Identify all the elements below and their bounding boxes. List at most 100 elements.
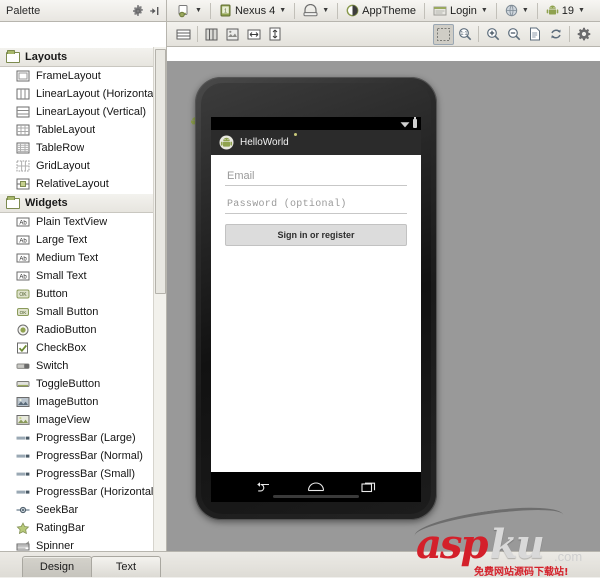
palette-item-progressbar-large[interactable]: ProgressBar (Large)	[0, 429, 154, 447]
zoom-out-icon[interactable]	[503, 24, 524, 45]
ok-button-icon: OK	[17, 308, 29, 316]
palette-item-gridlayout[interactable]: GridLayout	[0, 157, 154, 175]
palette-item-framelayout[interactable]: FrameLayout	[0, 67, 154, 85]
palette-group-widgets[interactable]: Widgets	[0, 193, 154, 213]
top-row: Palette ▼ 1 Nexus 4 ▼ ▼ AppTheme Login ▼…	[0, 0, 600, 22]
palette-item-label: ProgressBar (Normal)	[36, 450, 143, 462]
palette-item-progressbar-small[interactable]: ProgressBar (Small)	[0, 465, 154, 483]
battery-icon	[413, 117, 417, 128]
fit-page-icon[interactable]	[524, 24, 545, 45]
palette-item-linearlayout-horizontal[interactable]: LinearLayout (Horizontal)	[0, 85, 154, 103]
ok-button-icon: OK	[16, 289, 30, 299]
columns-icon[interactable]	[201, 24, 222, 45]
refresh-icon[interactable]	[545, 24, 566, 45]
arrows-vertical-icon[interactable]	[264, 24, 285, 45]
back-arrow-icon[interactable]	[255, 481, 271, 493]
second-row: 1:1	[0, 22, 600, 47]
radio-button-icon	[17, 324, 29, 336]
palette-group-label: Widgets	[25, 197, 68, 209]
toggle-button-icon	[16, 381, 30, 387]
locale-selector[interactable]: ▼	[500, 1, 534, 21]
palette-item-ratingbar[interactable]: RatingBar	[0, 519, 154, 537]
palette-item-progressbar-horizontal[interactable]: ProgressBar (Horizontal)	[0, 483, 154, 501]
palette-item-spinner[interactable]: Spinner	[0, 537, 154, 551]
palette-item-imagebutton[interactable]: ImageButton	[0, 393, 154, 411]
svg-text:1:1: 1:1	[460, 31, 467, 37]
password-field[interactable]: Password (optional)	[225, 196, 407, 214]
palette-item-label: ProgressBar (Small)	[36, 468, 136, 480]
palette-item-button[interactable]: OK Button	[0, 285, 154, 303]
api-level-selector[interactable]: 19 ▼	[541, 1, 590, 21]
device-screen[interactable]: HelloWorld Email Password (optional) Sig…	[211, 117, 421, 502]
device-bezel: HelloWorld Email Password (optional) Sig…	[201, 83, 431, 514]
device-selector[interactable]: 1 Nexus 4 ▼	[214, 1, 291, 21]
activity-selector[interactable]: Login ▼	[428, 1, 493, 21]
palette-panel: Layouts FrameLayout LinearLayout (Horizo…	[0, 47, 167, 551]
toolbar-divider	[569, 26, 570, 42]
zoom-1to1-icon[interactable]: 1:1	[454, 24, 475, 45]
palette-item-label: Medium Text	[36, 252, 99, 264]
toolbar-divider	[423, 2, 425, 19]
palette-item-tablelayout[interactable]: TableLayout	[0, 121, 154, 139]
svg-text:Ab: Ab	[19, 256, 27, 262]
sign-in-button[interactable]: Sign in or register	[225, 224, 407, 246]
device-selector-label: Nexus 4	[234, 4, 276, 17]
palette-item-seekbar[interactable]: SeekBar	[0, 501, 154, 519]
palette-item-label: RatingBar	[36, 522, 85, 534]
palette-item-progressbar-normal[interactable]: ProgressBar (Normal)	[0, 447, 154, 465]
palette-group-layouts[interactable]: Layouts	[0, 47, 154, 67]
chevron-down-icon: ▼	[521, 7, 529, 14]
tab-design[interactable]: Design	[22, 556, 92, 577]
palette-item-linearlayout-vertical[interactable]: LinearLayout (Vertical)	[0, 103, 154, 121]
device-config-button[interactable]: ▼	[172, 1, 207, 21]
palette-group-label: Layouts	[25, 51, 68, 63]
palette-item-label: Button	[36, 288, 68, 300]
palette-item-label: GridLayout	[36, 160, 90, 172]
palette-item-radiobutton[interactable]: RadioButton	[0, 321, 154, 339]
palette-item-relativelayout[interactable]: RelativeLayout	[0, 175, 154, 193]
orientation-selector[interactable]: ▼	[298, 1, 334, 21]
collapse-icon[interactable]	[146, 2, 163, 19]
palette-item-togglebutton[interactable]: ToggleButton	[0, 375, 154, 393]
palette-title: Palette	[6, 4, 41, 17]
palette-item-plain-textview[interactable]: Ab Plain TextView	[0, 213, 154, 231]
design-canvas[interactable]: HelloWorld Email Password (optional) Sig…	[167, 61, 600, 551]
tab-text[interactable]: Text	[91, 556, 161, 577]
main-area: Layouts FrameLayout LinearLayout (Horizo…	[0, 47, 600, 551]
palette-item-tablerow[interactable]: TableRow	[0, 139, 154, 157]
chevron-down-icon: ▼	[578, 7, 585, 14]
palette-item-small-button[interactable]: OK Small Button	[0, 303, 154, 321]
lines-icon[interactable]	[173, 24, 194, 45]
theme-selector[interactable]: AppTheme	[341, 1, 421, 21]
palette-scrollbar-thumb[interactable]	[155, 49, 166, 294]
app-action-bar: HelloWorld	[211, 130, 421, 155]
palette-scrollbar[interactable]	[153, 47, 166, 551]
editor-mode-tabs: Design Text	[0, 551, 600, 577]
toolbar-divider	[294, 2, 296, 19]
ab-text-icon: Ab	[16, 271, 30, 281]
recents-icon[interactable]	[361, 481, 377, 493]
chevron-down-icon: ▼	[195, 7, 202, 14]
palette-item-label: ImageButton	[36, 396, 99, 408]
palette-item-label: RelativeLayout	[36, 178, 109, 190]
android-layout-editor: Palette ▼ 1 Nexus 4 ▼ ▼ AppTheme Login ▼…	[0, 0, 600, 578]
palette-item-medium-text[interactable]: Ab Medium Text	[0, 249, 154, 267]
gear-icon[interactable]	[129, 2, 146, 19]
palette-item-imageview[interactable]: ImageView	[0, 411, 154, 429]
design-canvas-wrapper: HelloWorld Email Password (optional) Sig…	[167, 47, 600, 551]
arrows-horizontal-icon[interactable]	[243, 24, 264, 45]
zoom-in-icon[interactable]	[482, 24, 503, 45]
progress-bar-icon	[16, 454, 30, 458]
palette-item-large-text[interactable]: Ab Large Text	[0, 231, 154, 249]
home-icon[interactable]	[307, 481, 325, 493]
outline-box-icon[interactable]	[433, 23, 454, 45]
palette-item-switch[interactable]: Switch	[0, 357, 154, 375]
palette-item-small-text[interactable]: Ab Small Text	[0, 267, 154, 285]
api-level-label: 19	[561, 4, 575, 17]
svg-text:Ab: Ab	[19, 238, 27, 244]
palette-item-checkbox[interactable]: CheckBox	[0, 339, 154, 357]
email-field[interactable]: Email	[225, 167, 407, 186]
image-mode-icon[interactable]	[222, 24, 243, 45]
rating-bar-icon	[16, 522, 30, 534]
gear-icon[interactable]	[573, 24, 594, 45]
